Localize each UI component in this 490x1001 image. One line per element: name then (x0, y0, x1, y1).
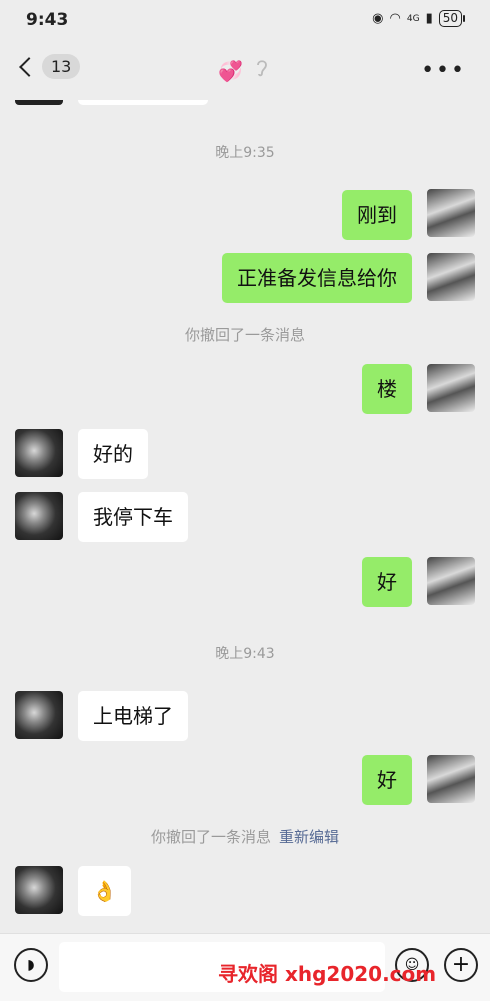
my-avatar[interactable] (427, 253, 475, 301)
back-chevron-icon (19, 56, 39, 77)
battery-icon: 50 (438, 10, 466, 27)
voice-icon: ◗ (27, 957, 35, 973)
my-avatar[interactable] (427, 557, 475, 605)
my-avatar[interactable] (427, 364, 475, 412)
message-bubble-out[interactable]: 好 (362, 557, 412, 607)
chat-messages[interactable]: 晚上9:35 刚到 正准备发信息给你 你撤回了一条消息 楼 好的 我停下车 好 … (0, 100, 490, 933)
my-avatar[interactable] (427, 755, 475, 803)
avatar[interactable] (15, 100, 63, 105)
two-hearts-icon: 💞 (218, 58, 243, 83)
network-label: 4G (406, 13, 420, 24)
contact-avatar[interactable] (15, 429, 63, 477)
more-button[interactable]: ••• (421, 58, 466, 83)
recall-text: 你撤回了一条消息 (150, 828, 271, 846)
message-bubble-in[interactable]: 上电梯了 (78, 691, 188, 741)
contact-avatar[interactable] (15, 866, 63, 914)
input-bar: ◗ ☺ + 寻欢阁 xhg2020.com (0, 933, 490, 1001)
battery-level: 50 (442, 11, 458, 25)
signal-icon: ▮ (425, 11, 433, 26)
status-time: 9:43 (26, 10, 69, 30)
status-icons: ◉ ◠ 4G ▮ 50 (372, 10, 466, 27)
eye-icon: ◉ (372, 11, 384, 26)
contact-avatar[interactable] (15, 691, 63, 739)
message-bubble-out[interactable]: 好 (362, 755, 412, 805)
ear-icon (255, 58, 269, 83)
more-icon: ••• (421, 58, 466, 83)
status-bar: 9:43 ◉ ◠ 4G ▮ 50 (0, 0, 490, 40)
back-button[interactable]: 13 (14, 54, 81, 79)
message-bubble-partial[interactable] (78, 100, 208, 105)
wifi-icon: ◠ (389, 11, 401, 26)
re-edit-link[interactable]: 重新编辑 (279, 828, 339, 846)
recall-notice: 你撤回了一条消息 重新编辑 (0, 826, 490, 847)
my-avatar[interactable] (427, 189, 475, 237)
message-bubble-in[interactable]: 👌 (78, 866, 131, 916)
message-bubble-out[interactable]: 正准备发信息给你 (222, 253, 412, 303)
chat-header: 13 💞 ••• (0, 40, 490, 100)
message-bubble-in[interactable]: 我停下车 (78, 492, 188, 542)
unread-count-badge: 13 (42, 54, 81, 79)
timestamp: 晚上9:43 (215, 646, 275, 662)
message-bubble-in[interactable]: 好的 (78, 429, 148, 479)
message-bubble-out[interactable]: 楼 (362, 364, 412, 414)
chat-title: 💞 (218, 58, 269, 83)
voice-button[interactable]: ◗ (14, 948, 48, 982)
plus-icon: + (451, 952, 471, 977)
recall-notice: 你撤回了一条消息 (184, 326, 305, 344)
timestamp: 晚上9:35 (215, 145, 275, 161)
contact-avatar[interactable] (15, 492, 63, 540)
watermark: 寻欢阁 xhg2020.com (218, 962, 437, 986)
plus-button[interactable]: + (444, 948, 478, 982)
message-bubble-out[interactable]: 刚到 (342, 190, 412, 240)
